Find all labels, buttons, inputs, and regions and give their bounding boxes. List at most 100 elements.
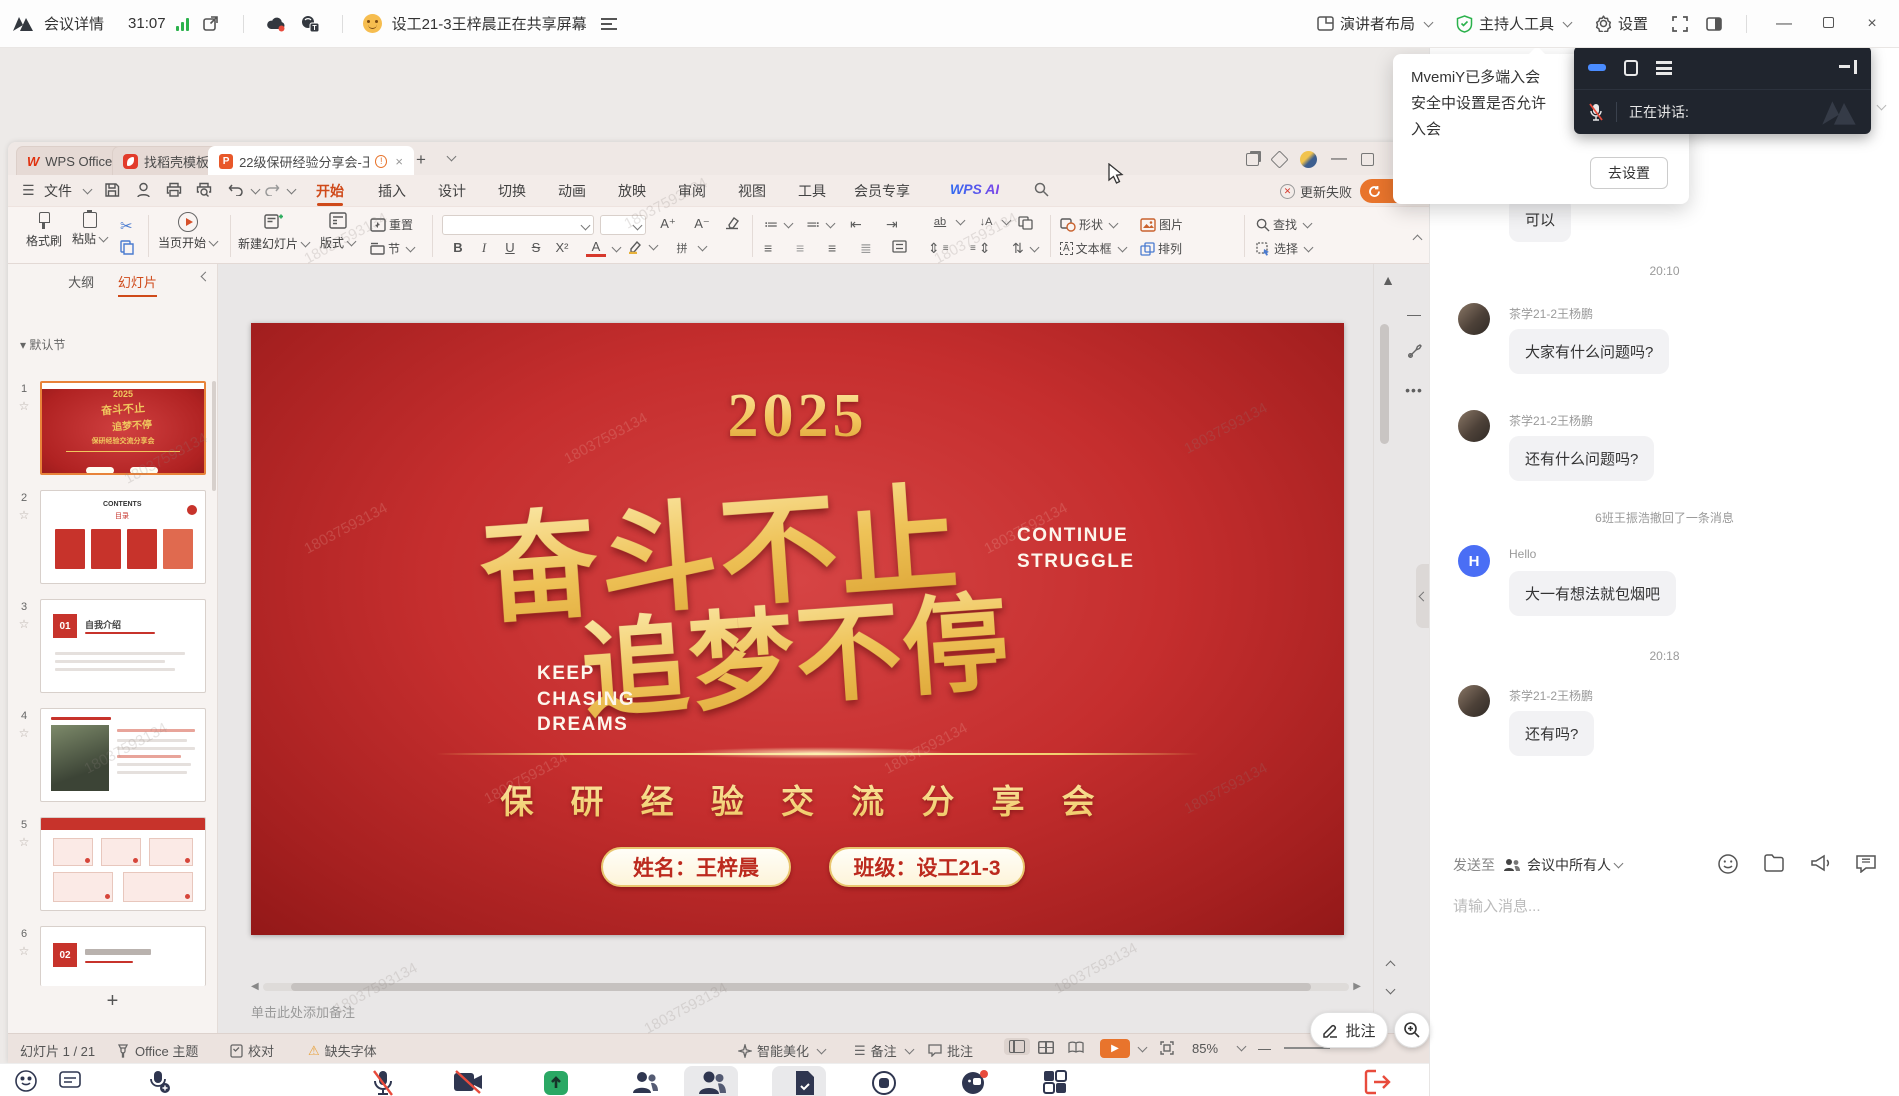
select-button[interactable]: 选择 [1256, 240, 1312, 257]
text-direction-button[interactable]: ⇅ [1012, 240, 1038, 257]
wps-restore-icon[interactable] [1361, 153, 1374, 166]
menu-tools[interactable]: 工具 [798, 181, 826, 201]
main-menu-icon[interactable]: ☰ [22, 182, 35, 199]
align-center-icon[interactable]: ≡ [796, 240, 804, 256]
paste-button[interactable]: 粘贴 [72, 212, 107, 247]
camera-off-icon[interactable] [452, 1069, 484, 1096]
notes-button[interactable]: ☰备注 [854, 1041, 913, 1060]
copy-icon[interactable] [120, 240, 134, 255]
theme-button[interactable]: Office 主题 [116, 1041, 198, 1060]
collapse-ribbon-icon[interactable] [1413, 235, 1423, 245]
format-painter-button[interactable]: 格式刷 [26, 212, 62, 249]
star-icon[interactable]: ☆ [16, 944, 32, 958]
phonetic-guide-button[interactable]: 拼 [672, 240, 706, 256]
go-to-settings-button[interactable]: 去设置 [1590, 157, 1668, 189]
search-icon[interactable] [1034, 182, 1049, 200]
update-failed-status[interactable]: ✕ 更新失败 [1280, 182, 1352, 201]
emoji-icon[interactable] [1717, 853, 1739, 875]
comment-button[interactable]: 批注 [928, 1041, 973, 1060]
participants-toolbar-icon[interactable] [697, 1069, 727, 1096]
tab-close-icon[interactable]: × [395, 154, 403, 169]
redo-chevron-icon[interactable] [287, 185, 297, 195]
undo-icon[interactable] [228, 182, 244, 199]
sharing-menu-icon[interactable] [601, 18, 617, 30]
find-button[interactable]: 查找 [1256, 216, 1311, 233]
star-icon[interactable]: ☆ [16, 726, 32, 740]
workspace-icon[interactable] [1270, 150, 1288, 168]
print-preview-icon[interactable] [196, 182, 212, 200]
panel-scrollbar[interactable] [212, 381, 216, 491]
interpreter-icon[interactable]: T [298, 12, 322, 36]
notes-placeholder[interactable]: 单击此处添加备注 [251, 1002, 355, 1021]
reaction-smiley-icon[interactable] [14, 1069, 38, 1096]
share-external-icon[interactable] [199, 12, 223, 36]
fullscreen-icon[interactable] [1668, 12, 1692, 36]
magnifier-button[interactable] [1394, 1012, 1430, 1048]
zoom-chevron-icon[interactable] [1237, 1042, 1247, 1052]
new-slide-button[interactable]: 新建幻灯片 [238, 212, 309, 252]
export-icon[interactable] [136, 182, 151, 201]
menu-insert[interactable]: 插入 [378, 181, 406, 201]
print-icon[interactable] [166, 182, 182, 200]
arrange-tabs-icon[interactable] [1246, 153, 1259, 166]
picture-button[interactable]: 图片 [1140, 216, 1183, 233]
close-button[interactable]: × [1855, 15, 1889, 33]
share-screen-icon[interactable] [542, 1069, 570, 1096]
menu-member[interactable]: 会员专享 [854, 181, 910, 201]
speaker-layout-button[interactable]: 演讲者布局 [1317, 13, 1432, 34]
thumbnail-view-icon[interactable] [1624, 60, 1638, 76]
align-right-icon[interactable]: ≡ [828, 240, 836, 256]
text-sort-button[interactable]: ↓A [976, 216, 1010, 228]
zoom-out-button[interactable]: — [1258, 1041, 1271, 1056]
save-icon[interactable] [104, 182, 120, 201]
chat-settings-icon[interactable] [1855, 853, 1877, 875]
invite-icon[interactable] [631, 1069, 659, 1096]
char-spacing-button[interactable]: ab [930, 216, 964, 228]
arrange-button[interactable]: 排列 [1140, 240, 1182, 257]
section-label[interactable]: ▾ 默认节 [20, 336, 65, 353]
decrease-font-icon[interactable]: A⁻ [692, 216, 712, 232]
annotate-button[interactable]: 批注 [1310, 1012, 1388, 1048]
tab-list-chevron-icon[interactable] [447, 152, 457, 162]
new-tab-button[interactable]: + [416, 150, 426, 170]
file-icon[interactable] [1763, 853, 1785, 875]
menu-transition[interactable]: 切换 [498, 181, 526, 201]
host-tools-button[interactable]: 主持人工具 [1456, 13, 1571, 34]
section-button[interactable]: 节 [370, 240, 414, 257]
file-chevron-icon[interactable] [83, 185, 93, 195]
ribbon-collapse-icon[interactable]: — [1402, 306, 1426, 322]
account-avatar[interactable] [1300, 151, 1317, 168]
wps-ai-button[interactable]: WPS AI [950, 181, 999, 197]
italic-button[interactable]: I [474, 240, 494, 256]
caption-icon[interactable] [58, 1069, 82, 1096]
para-spacing-button[interactable]: ≡⇕ [970, 240, 991, 257]
maximize-button[interactable] [1811, 15, 1845, 33]
more-tools-icon[interactable]: ••• [1402, 382, 1426, 398]
record-icon[interactable] [870, 1069, 898, 1096]
interactive-chat-icon[interactable] [960, 1069, 990, 1096]
list-view-icon[interactable] [1656, 61, 1672, 75]
fit-window-button[interactable] [1160, 1041, 1174, 1055]
textbox-button[interactable]: A文本框 [1060, 240, 1126, 257]
reading-view-button[interactable] [1068, 1041, 1084, 1054]
sorter-view-button[interactable] [1038, 1041, 1054, 1054]
line-spacing-button[interactable]: ⇕≡ [928, 240, 949, 257]
wps-minimize-icon[interactable]: — [1331, 150, 1347, 168]
tab-wps-home[interactable]: W WPS Office [16, 146, 123, 175]
leave-meeting-icon[interactable] [1364, 1069, 1392, 1096]
minimize-button[interactable]: — [1767, 15, 1801, 33]
tab-outline[interactable]: 大纲 [68, 272, 94, 291]
cloud-record-icon[interactable] [264, 12, 288, 36]
numbered-list-button[interactable]: ≕ [806, 216, 834, 233]
quick-tools-icon[interactable] [1402, 344, 1426, 362]
audio-settings-icon[interactable] [146, 1069, 170, 1096]
announcement-icon[interactable] [1809, 853, 1831, 875]
dock-panel-icon[interactable] [1839, 60, 1857, 74]
cut-icon[interactable]: ✂ [120, 217, 133, 235]
vertical-scrollbar[interactable] [1380, 324, 1389, 444]
menu-home[interactable]: 开始 [316, 181, 344, 201]
menu-design[interactable]: 设计 [438, 181, 466, 201]
increase-font-icon[interactable]: A⁺ [658, 216, 678, 232]
increase-indent-icon[interactable]: ⇥ [886, 216, 898, 233]
star-icon[interactable]: ☆ [16, 835, 32, 849]
